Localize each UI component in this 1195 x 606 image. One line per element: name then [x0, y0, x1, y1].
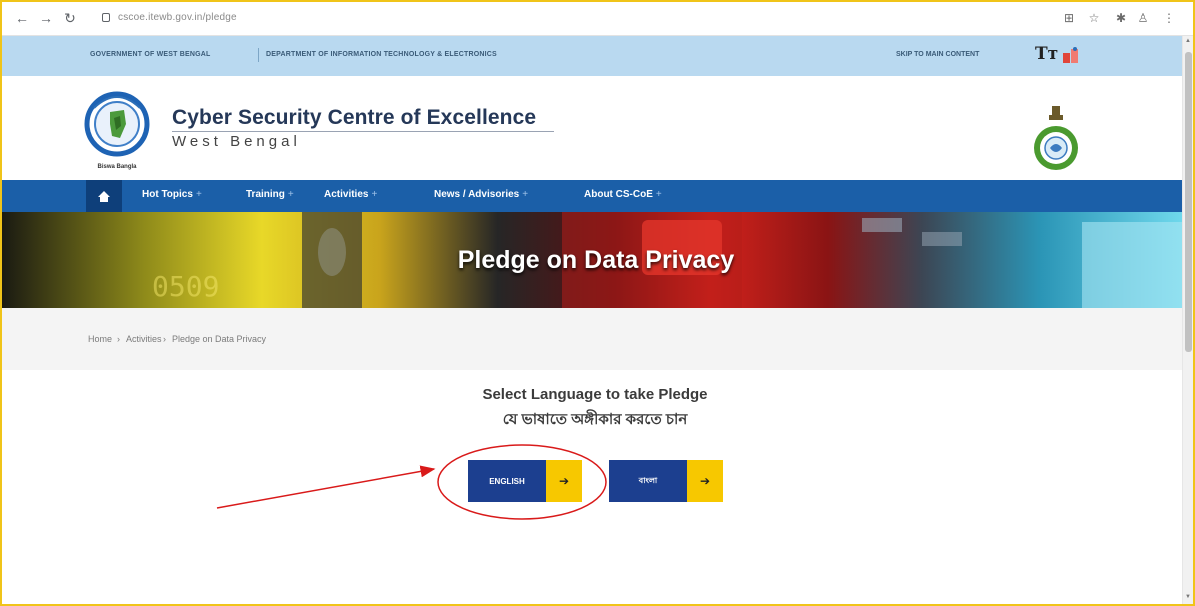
- site-header: Biswa Bangla Cyber Security Centre of Ex…: [2, 76, 1182, 180]
- reload-icon[interactable]: ↻: [62, 10, 78, 26]
- home-icon: [98, 191, 110, 202]
- page-scrollbar[interactable]: ▲ ▼: [1182, 36, 1193, 604]
- bangla-pledge-button[interactable]: বাংলা ➔: [609, 460, 723, 502]
- english-button-label: ENGLISH: [468, 460, 546, 502]
- site-title: Cyber Security Centre of Excellence: [172, 106, 537, 129]
- nav-about[interactable]: About CS-CoE +: [584, 189, 662, 200]
- bangla-button-label: বাংলা: [609, 460, 687, 502]
- forward-arrow-icon[interactable]: →: [38, 10, 54, 26]
- extensions-icon[interactable]: ✱: [1114, 11, 1128, 25]
- skip-to-main-link[interactable]: SKIP TO MAIN CONTENT: [896, 51, 979, 58]
- address-bar[interactable]: cscoe.itewb.gov.in/pledge: [98, 9, 1038, 29]
- color-contrast-icon[interactable]: [1062, 46, 1080, 64]
- select-language-heading: Select Language to take Pledge: [482, 386, 708, 403]
- browser-toolbar: ← → ↻ cscoe.itewb.gov.in/pledge ⊞ ☆ ✱ ♙ …: [2, 2, 1193, 36]
- home-nav-button[interactable]: [86, 180, 122, 212]
- breadcrumb-activities[interactable]: Activities: [126, 334, 162, 344]
- gov-strip-divider: [258, 48, 259, 62]
- select-language-heading-bengali: যে ভাষাতে অঙ্গীকার করতে চান: [502, 411, 688, 428]
- title-underline: [172, 131, 554, 132]
- breadcrumb-home[interactable]: Home: [88, 334, 112, 344]
- scroll-down-arrow-icon[interactable]: ▼: [1185, 594, 1191, 600]
- main-navbar: Hot Topics + Training + Activities + News /…: [2, 180, 1182, 212]
- page-frame: ← → ↻ cscoe.itewb.gov.in/pledge ⊞ ☆ ✱ ♙ …: [0, 0, 1195, 606]
- state-emblem-icon: [1034, 106, 1078, 170]
- nav-hot-topics[interactable]: Hot Topics +: [142, 189, 202, 200]
- translate-icon[interactable]: ⊞: [1062, 11, 1076, 25]
- breadcrumb-separator: ›: [117, 334, 120, 344]
- breadcrumb-current: Pledge on Data Privacy: [172, 334, 267, 344]
- cscoe-logo[interactable]: Biswa Bangla: [80, 88, 154, 172]
- breadcrumb: Home › Activities › Pledge on Data Priva…: [2, 308, 1182, 370]
- banner-title: Pledge on Data Privacy: [457, 246, 735, 274]
- lock-icon: [102, 13, 110, 22]
- back-arrow-icon[interactable]: ←: [14, 10, 30, 26]
- nav-training[interactable]: Training +: [246, 189, 294, 200]
- breadcrumb-separator: ›: [163, 334, 166, 344]
- bookmark-star-icon[interactable]: ☆: [1087, 11, 1101, 25]
- arrow-right-icon: ➔: [546, 460, 582, 502]
- arrow-right-icon: ➔: [687, 460, 723, 502]
- nav-activities[interactable]: Activities +: [324, 189, 377, 200]
- text-size-icon[interactable]: Tт: [1035, 44, 1058, 64]
- scroll-up-arrow-icon[interactable]: ▲: [1185, 38, 1191, 44]
- profile-icon[interactable]: ♙: [1136, 11, 1150, 25]
- url-text: cscoe.itewb.gov.in/pledge: [118, 12, 237, 23]
- department-link[interactable]: DEPARTMENT OF INFORMATION TECHNOLOGY & E…: [266, 51, 497, 58]
- nav-news-advisories[interactable]: News / Advisories +: [434, 189, 528, 200]
- page-banner: 0509 Pledge on Data Privacy: [2, 212, 1182, 308]
- government-strip: GOVERNMENT OF WEST BENGAL DEPARTMENT OF …: [2, 36, 1182, 76]
- english-pledge-button[interactable]: ENGLISH ➔: [468, 460, 582, 502]
- site-subtitle: West Bengal: [172, 133, 301, 150]
- gov-west-bengal-link[interactable]: GOVERNMENT OF WEST BENGAL: [90, 51, 211, 58]
- logo-caption: Biswa Bangla: [97, 164, 137, 170]
- browser-menu-icon[interactable]: ⋮: [1162, 11, 1176, 25]
- scrollbar-thumb[interactable]: [1185, 52, 1192, 352]
- main-content: Select Language to take Pledge যে ভাষাতে…: [2, 370, 1182, 604]
